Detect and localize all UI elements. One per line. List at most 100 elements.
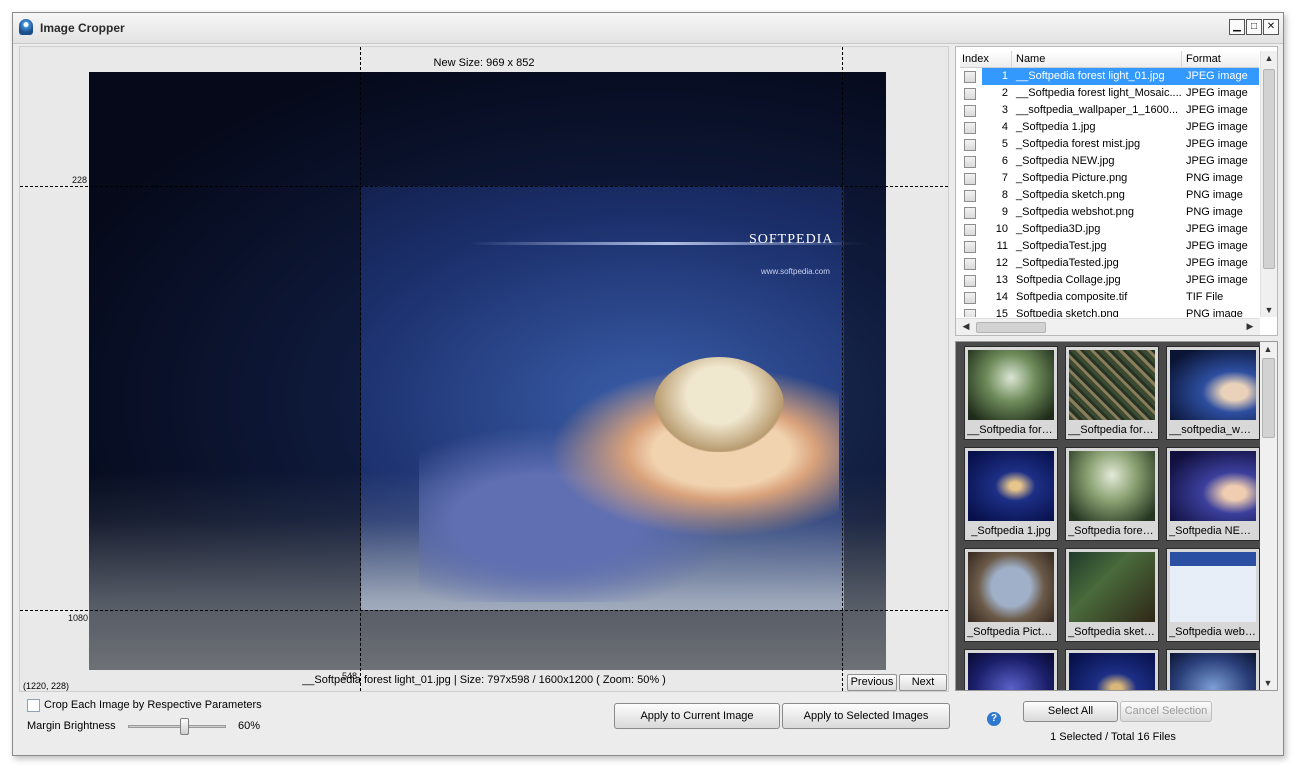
crop-preview-area[interactable]: New Size: 969 x 852 SOFTPEDIA www.softpe… [19,46,949,692]
file-row[interactable]: 7 _Softpedia Picture.png PNG image [960,170,1259,187]
select-all-button[interactable]: Select All [1023,701,1118,722]
file-index: 10 [995,223,1008,235]
scroll-right-icon[interactable]: ▶ [1242,321,1258,332]
file-format: JPEG image [1186,240,1248,252]
apply-selected-button[interactable]: Apply to Selected Images [782,703,950,729]
image-cropper-window: Image Cropper ▁ □ ✕ New Size: 969 x 852 … [12,12,1284,756]
thumbnail-item[interactable]: __Softpedia fore... [1065,346,1159,440]
crop-each-checkbox[interactable] [27,699,40,712]
file-name: _Softpedia NEW.jpg [1016,155,1115,167]
file-row[interactable]: 13 Softpedia Collage.jpg JPEG image [960,272,1259,289]
file-list[interactable]: Index Name Format 1 __Softpedia forest li… [955,46,1278,336]
thumbnail-item[interactable]: _Softpedia forest... [1065,447,1159,541]
thumbnail-grid[interactable]: ▲ ▼ __Softpedia fore... __Softpedia fore.… [955,341,1278,691]
file-row-checkbox[interactable] [964,190,976,202]
file-row-checkbox[interactable] [964,105,976,117]
slider-handle[interactable] [180,718,189,735]
thumbnail-image [968,552,1054,622]
apply-current-button[interactable]: Apply to Current Image [614,703,780,729]
thumbnail-item[interactable]: __softpedia_wall... [1166,346,1260,440]
file-row-checkbox[interactable] [964,241,976,253]
minimize-icon[interactable]: ▁ [1229,19,1245,35]
crop-guide-top[interactable] [20,186,948,187]
file-row[interactable]: 5 _Softpedia forest mist.jpg JPEG image [960,136,1259,153]
file-format: PNG image [1186,189,1243,201]
horizontal-scroll-thumb[interactable] [976,322,1046,333]
thumbnail-item[interactable]: _Softpedia sketc... [1065,548,1159,642]
file-row-checkbox[interactable] [964,122,976,134]
file-format: PNG image [1186,172,1243,184]
thumbnail-scrollbar[interactable]: ▲ ▼ [1260,342,1277,690]
file-row[interactable]: 11 _SoftpediaTest.jpg JPEG image [960,238,1259,255]
file-format: PNG image [1186,206,1243,218]
thumbnail-item[interactable]: _Softpedia NEW... [1166,447,1260,541]
margin-brightness-slider[interactable] [128,725,226,728]
thumbnail-item[interactable]: _Softpedia Pictur... [964,548,1058,642]
file-row[interactable]: 1 __Softpedia forest light_01.jpg JPEG ima… [960,68,1259,85]
scroll-thumb[interactable] [1262,358,1275,438]
file-row[interactable]: 4 _Softpedia 1.jpg JPEG image [960,119,1259,136]
column-name[interactable]: Name [1012,51,1182,68]
thumbnail-item[interactable]: __Softpedia fore... [964,346,1058,440]
column-index[interactable]: Index [962,51,1012,68]
crop-guide-bottom[interactable] [20,610,948,611]
crop-guide-right[interactable] [842,47,843,691]
top-guide-value: 228 [72,175,88,185]
file-row-checkbox[interactable] [964,292,976,304]
file-index: 11 [996,240,1008,252]
scroll-down-icon[interactable]: ▼ [1260,678,1276,688]
file-row-checkbox[interactable] [964,139,976,151]
close-icon[interactable]: ✕ [1263,19,1279,35]
scroll-left-icon[interactable]: ◀ [958,321,974,332]
crop-each-label[interactable]: Crop Each Image by Respective Parameters [44,699,262,711]
file-row[interactable]: 3 __softpedia_wallpaper_1_1600... JPEG ima… [960,102,1259,119]
thumbnail-caption: _Softpedia 1.jpg [971,525,1051,537]
file-row[interactable]: 10 _Softpedia3D.jpg JPEG image [960,221,1259,238]
preview-image[interactable]: SOFTPEDIA www.softpedia.com [89,72,886,670]
column-format[interactable]: Format [1182,51,1259,68]
maximize-icon[interactable]: □ [1246,19,1262,35]
file-row[interactable]: 14 Softpedia composite.tif TIF File [960,289,1259,306]
file-name: Softpedia sketch.png [1016,308,1119,317]
margin-brightness-value: 60% [238,720,261,732]
file-list-vertical-scrollbar[interactable]: ▲ ▼ [1260,51,1277,317]
file-row-checkbox[interactable] [964,88,976,100]
file-row-checkbox[interactable] [964,71,976,83]
help-icon[interactable]: ? [987,712,1001,726]
cancel-selection-button[interactable]: Cancel Selection [1120,701,1212,722]
file-row[interactable]: 6 _Softpedia NEW.jpg JPEG image [960,153,1259,170]
file-row[interactable]: 15 Softpedia sketch.png PNG image [960,306,1259,317]
file-row-checkbox[interactable] [964,207,976,219]
thumbnail-caption: _Softpedia webs... [1169,626,1257,638]
scroll-thumb[interactable] [1263,69,1275,269]
previous-button[interactable]: Previous [847,674,897,691]
next-button[interactable]: Next [899,674,947,691]
thumbnail-item[interactable] [1166,649,1260,690]
thumbnail-item[interactable]: _Softpedia 1.jpg [964,447,1058,541]
file-row-checkbox[interactable] [964,224,976,236]
crop-guide-left[interactable] [360,47,361,691]
file-name: Softpedia composite.tif [1016,291,1128,303]
thumbnail-item[interactable] [964,649,1058,690]
title-bar: Image Cropper ▁ □ ✕ [13,13,1283,44]
file-table: Index Name Format 1 __Softpedia forest li… [960,51,1259,317]
file-name: _Softpedia webshot.png [1016,206,1135,218]
file-name: __Softpedia forest light_01.jpg [1012,68,1182,85]
file-row-checkbox[interactable] [964,156,976,168]
thumbnail-item[interactable] [1065,649,1159,690]
file-row-checkbox[interactable] [964,173,976,185]
file-row[interactable]: 9 _Softpedia webshot.png PNG image [960,204,1259,221]
file-row[interactable]: 12 _SoftpediaTested.jpg JPEG image [960,255,1259,272]
file-row-checkbox[interactable] [964,258,976,270]
file-row-checkbox[interactable] [964,309,976,317]
scroll-up-icon[interactable]: ▲ [1260,344,1276,354]
scroll-down-icon[interactable]: ▼ [1261,305,1277,315]
file-row[interactable]: 8 _Softpedia sketch.png PNG image [960,187,1259,204]
file-row[interactable]: 2 __Softpedia forest light_Mosaic.... JPEG… [960,85,1259,102]
margin-brightness-label: Margin Brightness [27,720,116,732]
thumbnail-image [1069,451,1155,521]
file-row-checkbox[interactable] [964,275,976,287]
thumbnail-item[interactable]: _Softpedia webs... [1166,548,1260,642]
file-list-horizontal-scrollbar[interactable]: ◀ ▶ [956,318,1260,335]
scroll-up-icon[interactable]: ▲ [1261,53,1277,63]
